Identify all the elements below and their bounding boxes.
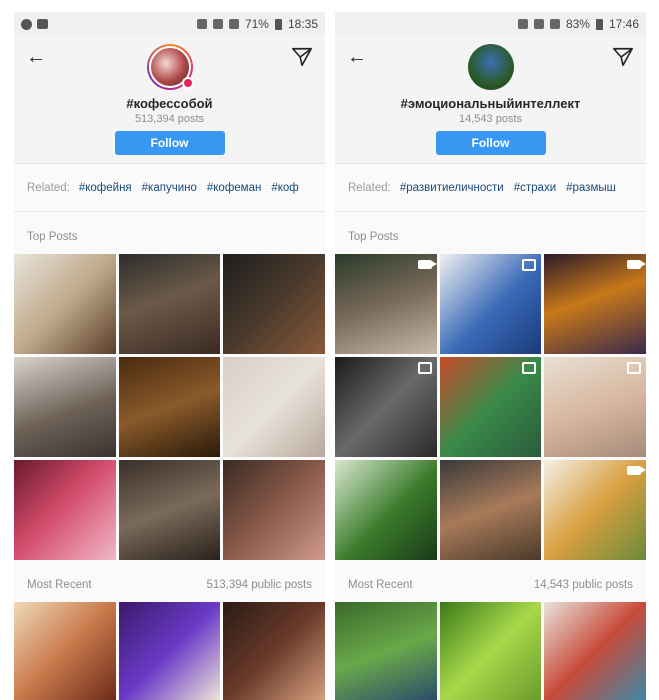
top-posts-header: Top Posts (14, 220, 325, 254)
wifi-icon (533, 19, 544, 29)
hashtag-avatar[interactable] (467, 44, 514, 90)
post-thumbnail[interactable] (223, 357, 325, 457)
hashtag-header: ← #эмоциональныйинтеллект 14,543 posts F… (335, 36, 646, 164)
post-thumbnail[interactable] (439, 357, 542, 457)
post-thumbnail[interactable] (439, 254, 542, 354)
battery-icon (595, 18, 603, 30)
related-tag[interactable]: #кофейня (79, 182, 132, 194)
post-thumbnail[interactable] (335, 254, 437, 354)
posts-count: 14,543 posts (459, 113, 522, 125)
multi-photo-icon (522, 362, 537, 374)
video-icon (417, 260, 437, 269)
post-thumbnail[interactable] (544, 460, 646, 560)
hashtag-header: ← #кофессобой 513,394 posts Follow (14, 36, 325, 164)
signal-icon (228, 19, 239, 29)
top-posts-header: Top Posts (335, 220, 646, 254)
multi-photo-icon (417, 362, 432, 374)
battery-percent: 83% (565, 17, 590, 31)
battery-percent: 71% (244, 17, 269, 31)
related-tag[interactable]: #страхи (514, 182, 556, 194)
video-icon (626, 260, 646, 269)
public-posts-count: 14,543 public posts (533, 579, 633, 591)
message-icon (37, 19, 48, 29)
post-thumbnail[interactable] (223, 602, 325, 700)
post-thumbnail[interactable] (14, 357, 116, 457)
status-bar: 71% 18:35 (14, 12, 325, 36)
post-thumbnail[interactable] (544, 602, 646, 700)
post-thumbnail[interactable] (544, 357, 646, 457)
alarm-icon (196, 19, 207, 29)
related-tags-bar: Related: #кофейня #капучино #кофеман #ко… (14, 164, 325, 212)
post-thumbnail[interactable] (439, 602, 542, 700)
navigation-icon (21, 18, 32, 30)
top-posts-label: Top Posts (348, 231, 399, 243)
most-recent-header: Most Recent 14,543 public posts (335, 568, 646, 602)
post-thumbnail[interactable] (14, 460, 116, 560)
most-recent-label: Most Recent (348, 579, 413, 591)
most-recent-header: Most Recent 513,394 public posts (14, 568, 325, 602)
left-phone-screen: 71% 18:35 ← #кофессобой 513,394 posts Fo… (14, 12, 325, 700)
top-posts-grid (335, 254, 646, 560)
hashtag-avatar[interactable] (146, 44, 194, 90)
follow-button[interactable]: Follow (435, 131, 546, 155)
battery-icon (274, 18, 282, 30)
top-posts-label: Top Posts (27, 231, 78, 243)
related-tag[interactable]: #кофеман (207, 182, 261, 194)
page-title: #эмоциональныйинтеллект (400, 96, 581, 111)
post-thumbnail[interactable] (118, 602, 221, 700)
public-posts-count: 513,394 public posts (206, 579, 313, 591)
multi-photo-icon (522, 259, 537, 271)
right-phone-screen: 83% 17:46 ← #эмоциональныйинтеллект 14,5… (335, 12, 646, 700)
related-tag[interactable]: #капучино (142, 182, 197, 194)
video-icon (626, 466, 646, 475)
posts-count: 513,394 posts (134, 113, 205, 125)
related-tags-bar: Related: #развитиеличности #страхи #разм… (335, 164, 646, 212)
send-icon[interactable] (612, 46, 634, 68)
top-posts-grid (14, 254, 325, 560)
most-recent-grid (335, 602, 646, 700)
most-recent-label: Most Recent (27, 579, 92, 591)
related-label: Related: (27, 181, 70, 194)
post-thumbnail[interactable] (223, 460, 325, 560)
send-icon[interactable] (291, 46, 313, 68)
post-thumbnail[interactable] (118, 357, 221, 457)
post-thumbnail[interactable] (335, 357, 437, 457)
post-thumbnail[interactable] (544, 254, 646, 354)
alarm-icon (517, 19, 528, 29)
post-thumbnail[interactable] (439, 460, 542, 560)
post-thumbnail[interactable] (223, 254, 325, 354)
live-badge-icon (181, 77, 194, 89)
most-recent-grid (14, 602, 325, 700)
related-tag[interactable]: #развитиеличности (400, 182, 504, 194)
post-thumbnail[interactable] (14, 602, 116, 700)
status-bar: 83% 17:46 (335, 12, 646, 36)
related-tag[interactable]: #размыш (566, 182, 616, 194)
post-thumbnail[interactable] (335, 602, 437, 700)
related-tag[interactable]: #коф (271, 182, 298, 194)
clock: 18:35 (287, 17, 318, 31)
related-label: Related: (348, 181, 391, 194)
wifi-icon (212, 19, 223, 29)
post-thumbnail[interactable] (14, 254, 116, 354)
post-thumbnail[interactable] (118, 460, 221, 560)
post-thumbnail[interactable] (335, 460, 437, 560)
multi-photo-icon (626, 362, 641, 374)
page-title: #кофессобой (126, 96, 213, 111)
post-thumbnail[interactable] (118, 254, 221, 354)
clock: 17:46 (608, 17, 639, 31)
signal-icon (549, 19, 560, 29)
back-arrow-icon[interactable]: ← (347, 46, 367, 69)
follow-button[interactable]: Follow (114, 131, 225, 155)
back-arrow-icon[interactable]: ← (26, 46, 46, 69)
